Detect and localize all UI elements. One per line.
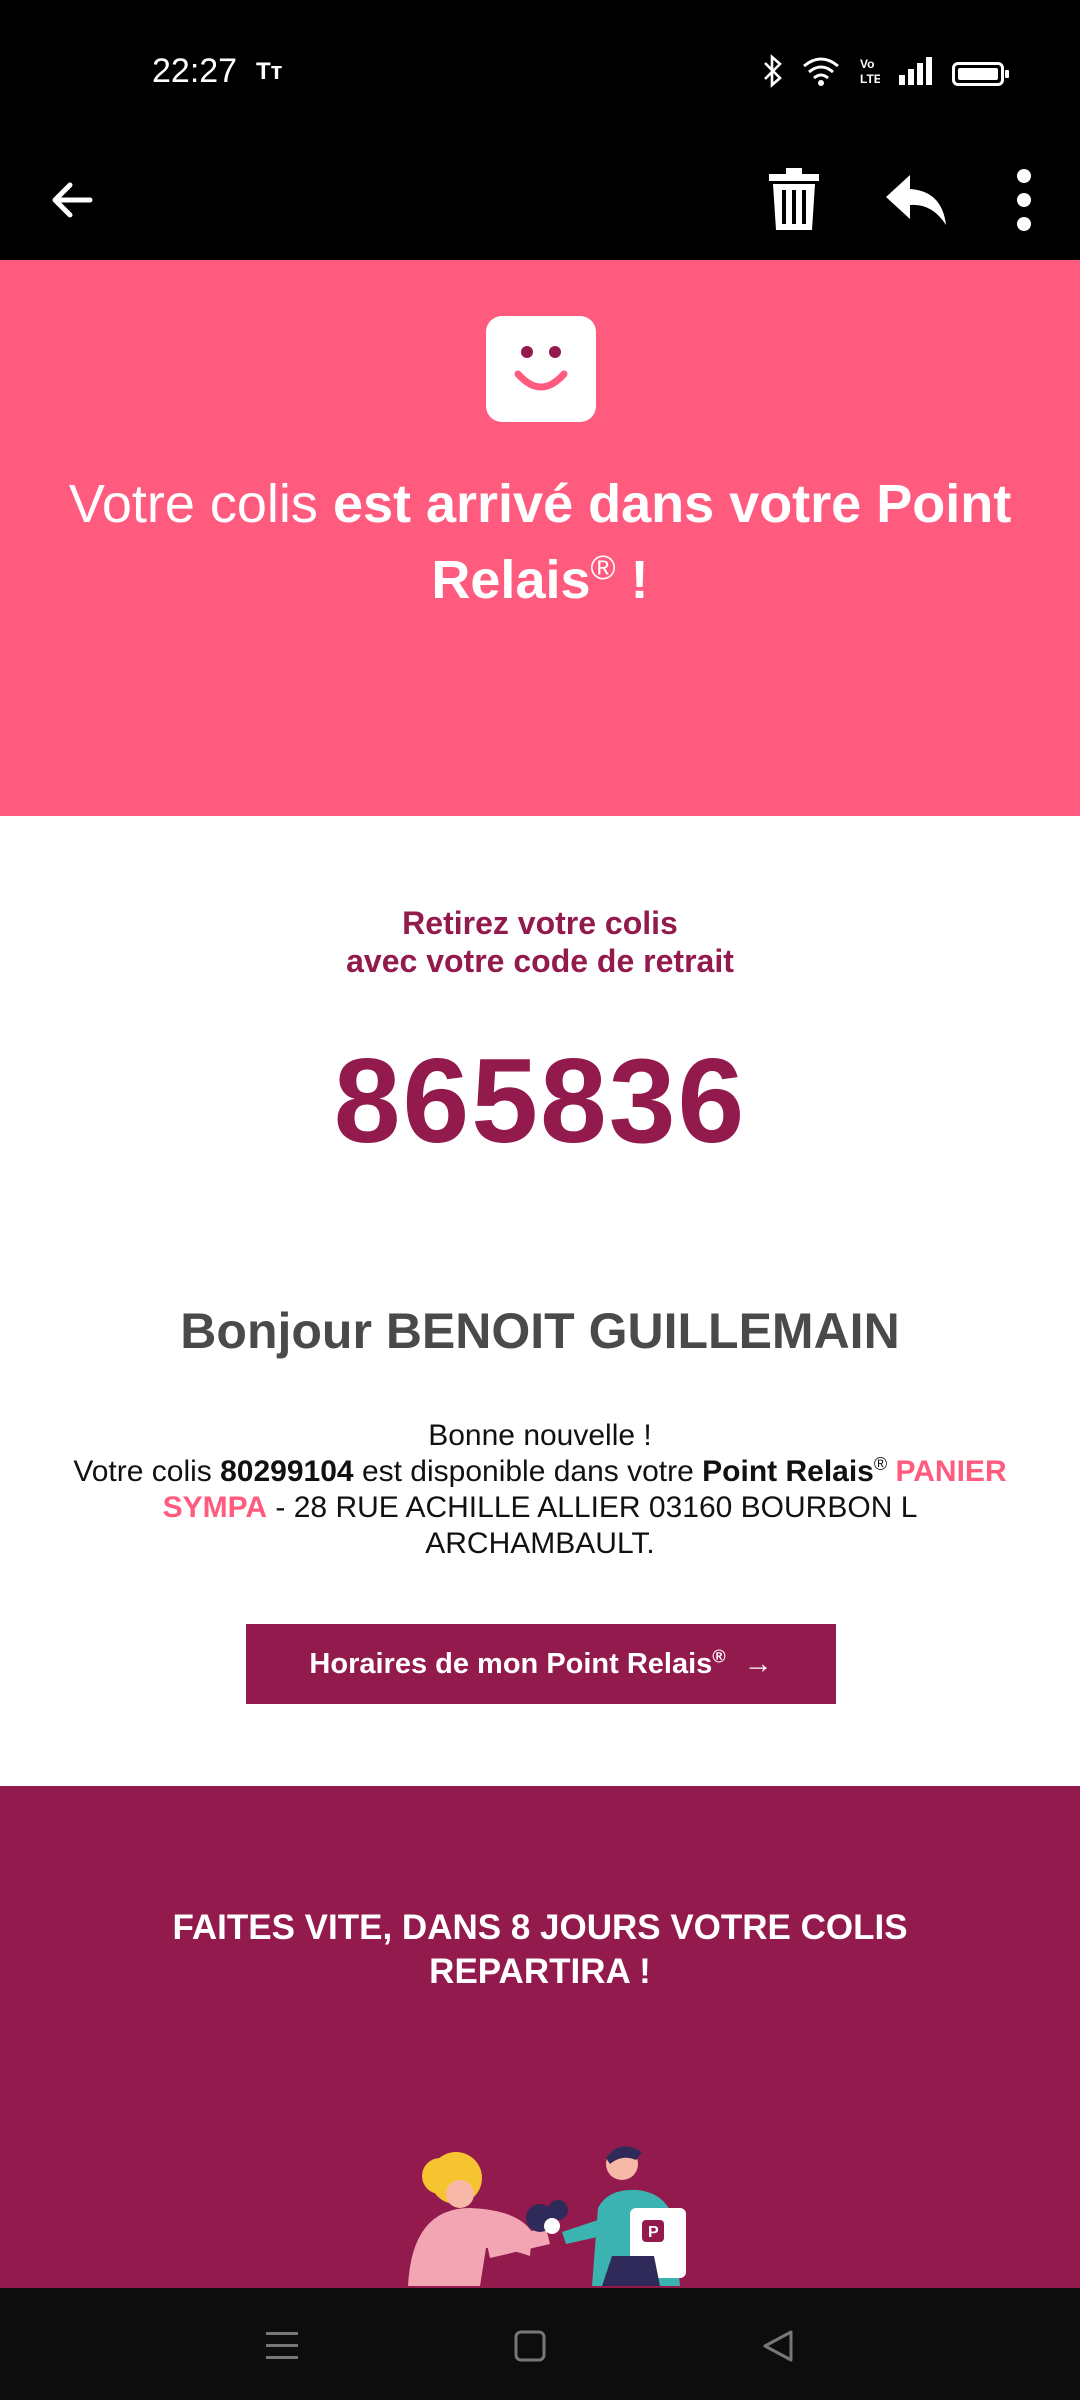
pickup-instructions: Retirez votre colis avec votre code de r…: [0, 904, 1080, 980]
message-body: Bonne nouvelle ! Votre colis 80299104 es…: [50, 1418, 1030, 1562]
status-bar: 22:27 Tт Vo LTE: [0, 0, 1080, 140]
text-size-indicator: Tт: [256, 58, 283, 85]
registered-mark: ®: [873, 1454, 888, 1474]
pickup-line1: Retirez votre colis: [402, 905, 678, 941]
greeting-heading: Bonjour BENOIT GUILLEMAIN: [180, 1303, 900, 1359]
hero-title: Votre colis est arrivé dans votre Point …: [40, 466, 1040, 618]
menu-icon[interactable]: [254, 2318, 310, 2374]
hero-title-regular: Votre colis: [68, 474, 333, 534]
smiley-logo-icon: [486, 316, 596, 422]
message-part2: est disponible dans votre: [353, 1455, 703, 1488]
parcel-handover-illustration: P: [408, 2146, 686, 2286]
parcel-number: 80299104: [220, 1455, 354, 1488]
hero-title-bold: est arrivé dans votre Point Relais: [332, 474, 1012, 610]
pickup-code: 865836: [333, 1034, 747, 1168]
battery-icon: [952, 61, 1009, 86]
opening-hours-button[interactable]: Horaires de mon Point Relais® →: [246, 1624, 836, 1704]
wifi-icon: [802, 56, 840, 91]
button-label: Horaires de mon Point Relais: [309, 1647, 713, 1680]
more-vertical-icon[interactable]: [982, 158, 1066, 242]
registered-mark: ®: [590, 549, 616, 587]
message-part1: Votre colis: [73, 1455, 221, 1488]
promo-title: FAITES VITE, DANS 8 JOURS VOTRE COLIS RE…: [172, 1908, 908, 1991]
bluetooth-icon: [762, 54, 784, 93]
shop-address: - 28 RUE ACHILLE ALLIER 03160 BOURBON L …: [267, 1491, 918, 1560]
svg-text:Vo: Vo: [860, 57, 874, 71]
svg-text:LTE: LTE: [860, 72, 880, 86]
hero-curve: [0, 776, 1080, 814]
status-icons: Vo LTE: [762, 54, 1009, 93]
good-news-line: Bonne nouvelle !: [428, 1419, 652, 1452]
trash-icon[interactable]: [752, 158, 836, 242]
status-time: 22:27: [152, 52, 238, 90]
promo-section: FAITES VITE, DANS 8 JOURS VOTRE COLIS RE…: [0, 1786, 1080, 2288]
reply-icon[interactable]: [874, 158, 958, 242]
back-icon[interactable]: [750, 2318, 806, 2374]
opening-hours-label: Horaires de mon Point Relais®: [309, 1645, 726, 1681]
back-arrow-icon[interactable]: [30, 158, 114, 242]
signal-icon: [898, 57, 934, 90]
arrow-right-icon: →: [743, 1647, 773, 1680]
message-details: Votre colis 80299104 est disponible dans…: [50, 1454, 1030, 1562]
point-relais-label: Point Relais: [702, 1455, 874, 1488]
volte-icon: Vo LTE: [858, 55, 882, 92]
svg-text:P: P: [648, 2224, 659, 2241]
hero-title-end: !: [615, 550, 649, 610]
email-toolbar: [0, 140, 1080, 260]
system-navigation-bar: [0, 2288, 1080, 2400]
pickup-line2: avec votre code de retrait: [346, 943, 734, 979]
home-icon[interactable]: [502, 2318, 558, 2374]
registered-mark: ®: [712, 1645, 726, 1666]
